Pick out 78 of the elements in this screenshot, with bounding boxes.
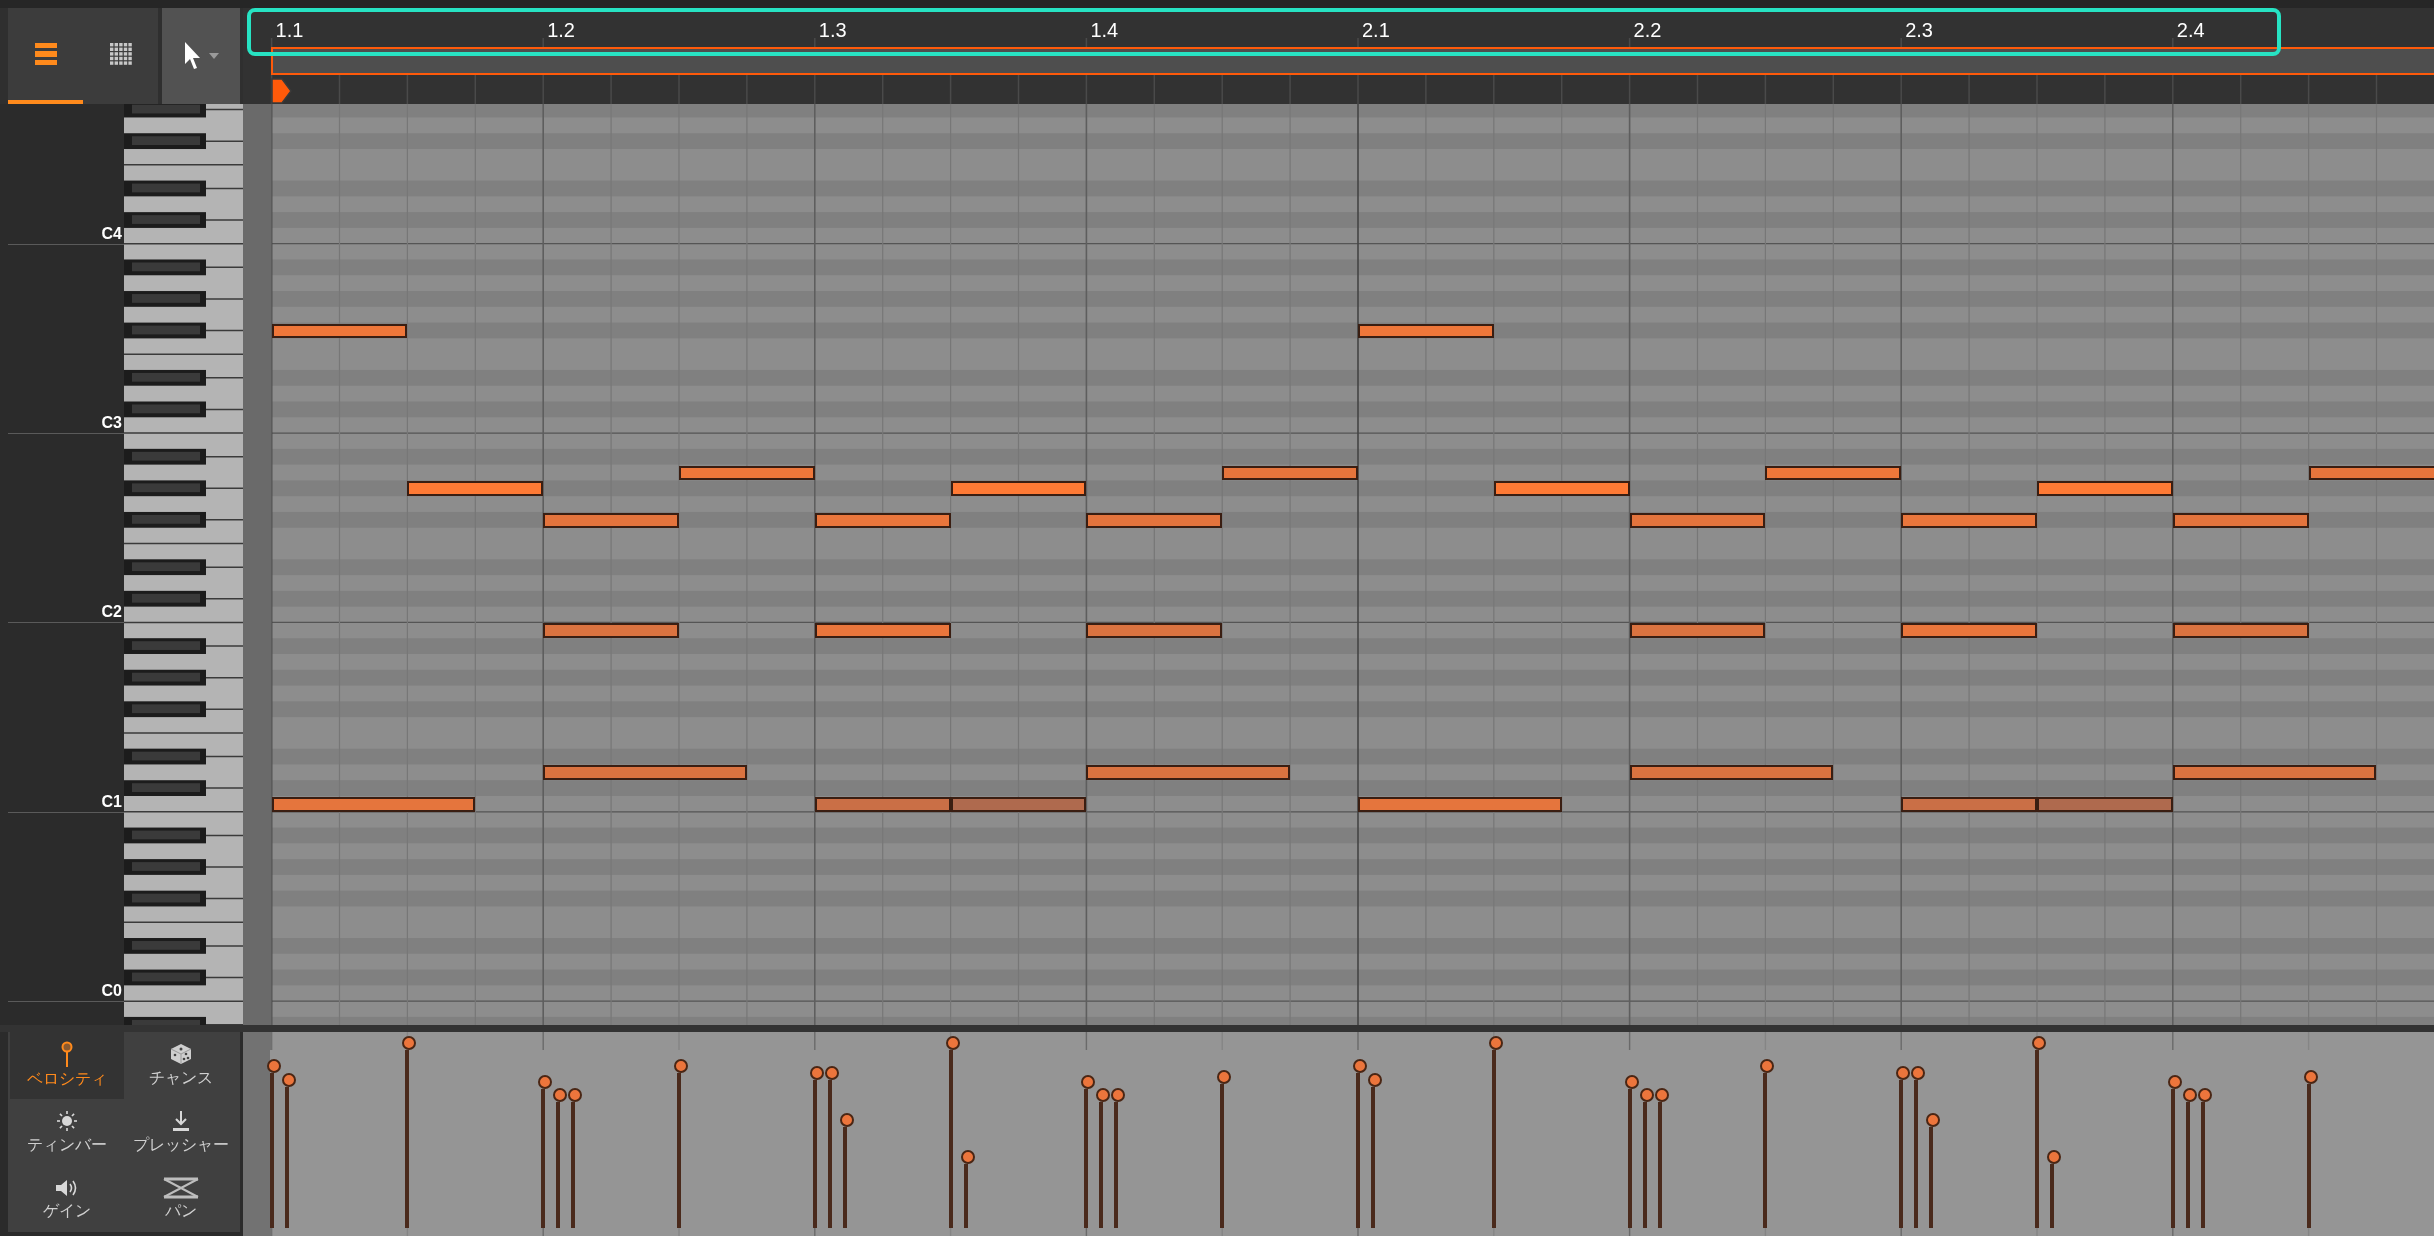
octave-label: C0 xyxy=(101,982,122,1001)
midi-note[interactable] xyxy=(1358,797,1562,812)
octave-label: C1 xyxy=(101,792,122,811)
expression-tab[interactable]: ベロシティ xyxy=(10,1032,124,1099)
expression-tab[interactable]: プレッシャー xyxy=(124,1098,238,1166)
piano-keyboard-drawing[interactable] xyxy=(124,104,243,1025)
velocity-stalk[interactable] xyxy=(948,1050,953,1228)
midi-note[interactable] xyxy=(814,623,951,639)
midi-note[interactable] xyxy=(950,481,1087,497)
velocity-stalk[interactable] xyxy=(571,1101,576,1228)
octave-label: C4 xyxy=(101,224,122,243)
timeline-ruler[interactable]: 1.1 1.2 1.3 1.4 2.1 2.2 2.3 2.4 xyxy=(243,8,2434,104)
midi-note[interactable] xyxy=(2037,481,2173,497)
midi-note[interactable] xyxy=(1629,765,1834,781)
midi-note[interactable] xyxy=(950,797,1087,812)
midi-note[interactable] xyxy=(1086,765,1291,781)
velocity-stalk[interactable] xyxy=(812,1080,817,1228)
midi-note[interactable] xyxy=(543,765,747,781)
velocity-stalk[interactable] xyxy=(556,1101,561,1228)
midi-note[interactable] xyxy=(407,481,544,497)
midi-note[interactable] xyxy=(1901,797,2037,812)
bar-beat-label: 1.2 xyxy=(547,18,575,42)
pointer-icon xyxy=(183,41,203,71)
piano-roll-icon xyxy=(33,42,58,66)
velocity-stalk[interactable] xyxy=(284,1087,289,1228)
velocity-stalk[interactable] xyxy=(1914,1080,1919,1228)
velocity-stalk[interactable] xyxy=(2306,1083,2311,1228)
midi-note[interactable] xyxy=(1901,623,2037,639)
velocity-stalk[interactable] xyxy=(1114,1101,1119,1228)
octave-label: C2 xyxy=(101,603,122,622)
midi-note[interactable] xyxy=(271,797,476,812)
velocity-stalk[interactable] xyxy=(1627,1089,1632,1228)
velocity-stalk[interactable] xyxy=(827,1080,832,1228)
expression-tab[interactable]: パン xyxy=(124,1165,238,1232)
midi-note[interactable] xyxy=(814,797,951,812)
velocity-stalk[interactable] xyxy=(1657,1101,1662,1228)
velocity-stalk[interactable] xyxy=(2200,1101,2205,1228)
bar-beat-label: 1.1 xyxy=(275,18,304,42)
caret-icon xyxy=(209,53,219,59)
velocity-stalk[interactable] xyxy=(1220,1083,1225,1228)
bar-beat-label: 2.3 xyxy=(1905,18,1933,42)
crossed-box-icon xyxy=(163,1176,199,1199)
velocity-stalk[interactable] xyxy=(2185,1101,2190,1228)
midi-note[interactable] xyxy=(2037,797,2173,812)
bar-beat-label: 1.4 xyxy=(1090,18,1119,42)
dice-icon xyxy=(169,1042,193,1067)
velocity-stalk[interactable] xyxy=(1084,1089,1089,1228)
playhead-marker[interactable] xyxy=(271,78,293,104)
velocity-stalk[interactable] xyxy=(1763,1073,1768,1228)
bar-beat-label: 2.2 xyxy=(1633,18,1662,42)
midi-note[interactable] xyxy=(2172,623,2309,639)
velocity-stalk[interactable] xyxy=(1899,1080,1904,1228)
velocity-stalk[interactable] xyxy=(1099,1101,1104,1228)
midi-note[interactable] xyxy=(543,623,679,639)
velocity-stalk[interactable] xyxy=(842,1126,847,1228)
velocity-stalk[interactable] xyxy=(1491,1050,1496,1228)
velocity-stalk[interactable] xyxy=(2170,1089,2175,1228)
velocity-stalk[interactable] xyxy=(541,1089,546,1228)
bar-beat-label: 1.3 xyxy=(818,18,847,42)
expression-tab[interactable]: ゲイン xyxy=(10,1165,124,1232)
expression-tab[interactable]: チャンス xyxy=(124,1032,238,1099)
midi-note[interactable] xyxy=(1629,623,1766,639)
velocity-stalk[interactable] xyxy=(269,1073,274,1228)
velocity-stalk[interactable] xyxy=(405,1050,410,1228)
octave-label: C3 xyxy=(101,414,122,433)
velocity-stalk[interactable] xyxy=(1642,1101,1647,1228)
expression-tab[interactable]: ティンバー xyxy=(10,1098,124,1166)
grid-icon xyxy=(108,42,133,66)
midi-note[interactable] xyxy=(1086,623,1223,639)
lollipop-icon xyxy=(59,1041,75,1068)
bar-beat-label: 2.4 xyxy=(2176,18,2205,42)
velocity-stalk[interactable] xyxy=(1929,1126,1934,1228)
bar-beat-label: 2.1 xyxy=(1362,18,1390,42)
pointer-tool-button[interactable] xyxy=(162,8,240,104)
sun-icon xyxy=(55,1109,79,1133)
midi-note[interactable] xyxy=(2172,765,2377,781)
velocity-stalk[interactable] xyxy=(963,1163,968,1228)
midi-note[interactable] xyxy=(1493,481,1630,497)
